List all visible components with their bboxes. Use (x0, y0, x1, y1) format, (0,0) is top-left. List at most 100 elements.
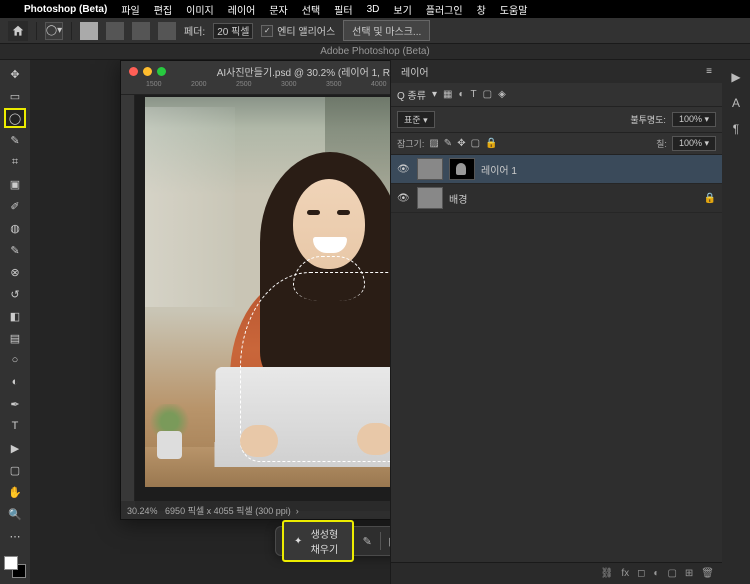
menu-window[interactable]: 창 (477, 2, 486, 17)
fill-label: 칠: (656, 137, 667, 150)
ruler-horizontal[interactable]: 1500 2000 2500 3000 3500 4000 4500 5000 … (121, 81, 390, 95)
shape-tool[interactable]: ▢ (4, 460, 26, 480)
document-titlebar[interactable]: AI사진만들기.psd @ 30.2% (레이어 1, RGB/8#) * (121, 61, 390, 81)
eraser-tool[interactable]: ◧ (4, 306, 26, 326)
history-brush-tool[interactable]: ↺ (4, 284, 26, 304)
menu-filter[interactable]: 필터 (334, 2, 352, 17)
quick-select-tool[interactable]: ✎ (4, 130, 26, 150)
lock-position-icon[interactable]: ✥ (457, 138, 465, 149)
selection-add-icon[interactable] (106, 22, 124, 40)
kind-filter[interactable]: Q 종류 (397, 87, 426, 102)
blend-mode-select[interactable]: 표준 ▾ (397, 111, 435, 128)
move-tool[interactable]: ✥ (4, 64, 26, 84)
filter-pixel-icon[interactable]: ▦ (443, 89, 452, 100)
brush-icon[interactable]: ✎ (360, 531, 374, 551)
zoom-tool[interactable]: 🔍 (4, 504, 26, 524)
menu-edit[interactable]: 편집 (154, 2, 172, 17)
antialias-checkbox[interactable]: ✓ 엔티 앨리어스 (261, 23, 335, 38)
ruler-vertical[interactable] (121, 95, 135, 501)
selection-new-icon[interactable] (80, 22, 98, 40)
visibility-icon[interactable]: 👁 (397, 193, 411, 204)
menu-view[interactable]: 보기 (393, 2, 411, 17)
menu-image[interactable]: 이미지 (186, 2, 214, 17)
color-wells[interactable] (4, 556, 26, 578)
play-icon[interactable]: ▶ (731, 70, 740, 84)
link-layers-icon[interactable]: ⛓ (601, 568, 614, 579)
opacity-input[interactable]: 100% ▾ (672, 112, 716, 127)
frame-tool[interactable]: ▣ (4, 174, 26, 194)
layers-list: 👁 레이어 1 👁 배경 🔒 (391, 155, 722, 562)
folder-icon[interactable]: ▢ (667, 568, 676, 579)
menu-type[interactable]: 문자 (269, 2, 287, 17)
window-controls (129, 67, 166, 76)
brush-tool[interactable]: ✎ (4, 240, 26, 260)
lasso-tool[interactable]: ◯ (4, 108, 26, 128)
generative-fill-button[interactable]: ✦ 생성형 채우기 (282, 520, 354, 562)
filter-shape-icon[interactable]: ▢ (483, 89, 492, 100)
menu-file[interactable]: 파일 (121, 2, 139, 17)
marquee-tool[interactable]: ▭ (4, 86, 26, 106)
new-layer-icon[interactable]: ⊞ (685, 568, 693, 579)
panel-menu-icon[interactable]: ≡ (706, 66, 712, 77)
modify-select-icon[interactable]: ▣ (387, 531, 390, 551)
gradient-tool[interactable]: ▤ (4, 328, 26, 348)
menu-3d[interactable]: 3D (367, 4, 380, 15)
visibility-icon[interactable]: 👁 (397, 164, 411, 175)
chevron-down-icon[interactable]: ▾ (432, 89, 437, 100)
layer-mask-thumbnail[interactable] (449, 158, 475, 180)
lock-all-icon[interactable]: 🔒 (485, 138, 497, 149)
canvas-viewport[interactable] (135, 95, 390, 501)
type-tool[interactable]: T (4, 416, 26, 436)
menu-select[interactable]: 선택 (302, 2, 320, 17)
edit-toolbar[interactable]: ⋯ (4, 526, 26, 546)
chevron-right-icon[interactable]: › (296, 506, 299, 516)
layer-thumbnail[interactable] (417, 187, 443, 209)
blur-tool[interactable]: ○ (4, 350, 26, 370)
layer-row[interactable]: 👁 레이어 1 (391, 155, 722, 184)
path-select-tool[interactable]: ▶ (4, 438, 26, 458)
filter-adjust-icon[interactable]: ◐ (458, 89, 464, 100)
fx-icon[interactable]: fx (621, 568, 629, 579)
healing-tool[interactable]: ◍ (4, 218, 26, 238)
canvas-image[interactable] (145, 97, 391, 487)
eyedropper-tool[interactable]: ✐ (4, 196, 26, 216)
stamp-tool[interactable]: ⊗ (4, 262, 26, 282)
menu-plugins[interactable]: 플러그인 (426, 2, 463, 17)
menu-layer[interactable]: 레이어 (228, 2, 256, 17)
contextual-taskbar[interactable]: ✦ 생성형 채우기 ✎ ▣ ◩ ▢ ◐ ◑ ⋯ 선택 해제 (275, 526, 390, 556)
menu-help[interactable]: 도움말 (500, 2, 528, 17)
crop-tool[interactable]: ⌗ (4, 152, 26, 172)
lock-paint-icon[interactable]: ✎ (444, 138, 452, 149)
type-panel-icon[interactable]: A (732, 96, 740, 110)
layers-footer: ⛓ fx ◻ ◐ ▢ ⊞ 🗑 (391, 562, 722, 584)
filter-smart-icon[interactable]: ◈ (498, 89, 506, 100)
layer-row[interactable]: 👁 배경 🔒 (391, 184, 722, 213)
maximize-icon[interactable] (157, 67, 166, 76)
macos-menubar[interactable]: Photoshop (Beta) 파일 편집 이미지 레이어 문자 선택 필터 … (0, 0, 750, 18)
adjustment-add-icon[interactable]: ◐ (653, 568, 659, 579)
layers-tab[interactable]: 레이어 ≡ (391, 60, 722, 83)
foreground-color[interactable] (4, 556, 18, 570)
minimize-icon[interactable] (143, 67, 152, 76)
lock-artboard-icon[interactable]: ▢ (471, 138, 480, 149)
paragraph-panel-icon[interactable]: ¶ (733, 122, 739, 136)
select-and-mask-button[interactable]: 선택 및 마스크... (343, 20, 430, 41)
tool-preset-picker[interactable]: ◯▾ (45, 22, 63, 40)
selection-subtract-icon[interactable] (132, 22, 150, 40)
close-icon[interactable] (129, 67, 138, 76)
lock-transparent-icon[interactable]: ▨ (429, 138, 438, 149)
layer-thumbnail[interactable] (417, 158, 443, 180)
pen-tool[interactable]: ✒ (4, 394, 26, 414)
hand-tool[interactable]: ✋ (4, 482, 26, 502)
filter-type-icon[interactable]: T (471, 89, 477, 100)
trash-icon[interactable]: 🗑 (701, 568, 714, 579)
fill-input[interactable]: 100% ▾ (672, 136, 716, 151)
mask-add-icon[interactable]: ◻ (637, 568, 645, 579)
app-menu[interactable]: Photoshop (Beta) (24, 4, 107, 15)
dodge-tool[interactable]: ◐ (4, 372, 26, 392)
home-button[interactable] (8, 21, 28, 41)
feather-input[interactable] (213, 23, 253, 39)
layer-name[interactable]: 배경 (449, 191, 467, 206)
layer-name[interactable]: 레이어 1 (481, 162, 517, 177)
selection-intersect-icon[interactable] (158, 22, 176, 40)
